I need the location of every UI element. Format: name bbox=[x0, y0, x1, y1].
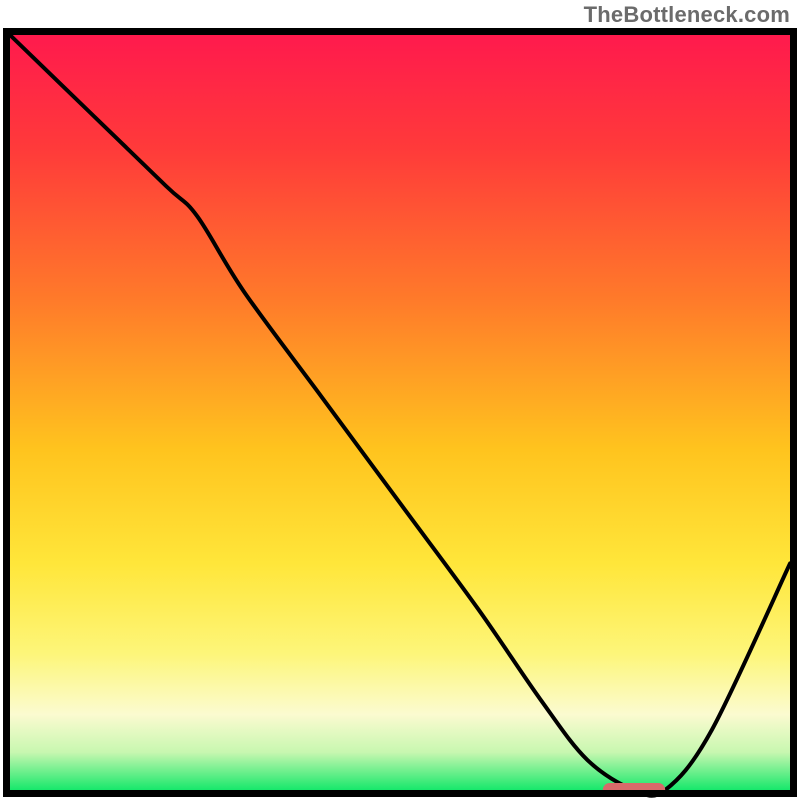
chart-container: TheBottleneck.com bbox=[0, 0, 800, 800]
plot-area bbox=[7, 32, 794, 798]
watermark-text: TheBottleneck.com bbox=[584, 2, 790, 28]
bottleneck-chart bbox=[0, 0, 800, 800]
